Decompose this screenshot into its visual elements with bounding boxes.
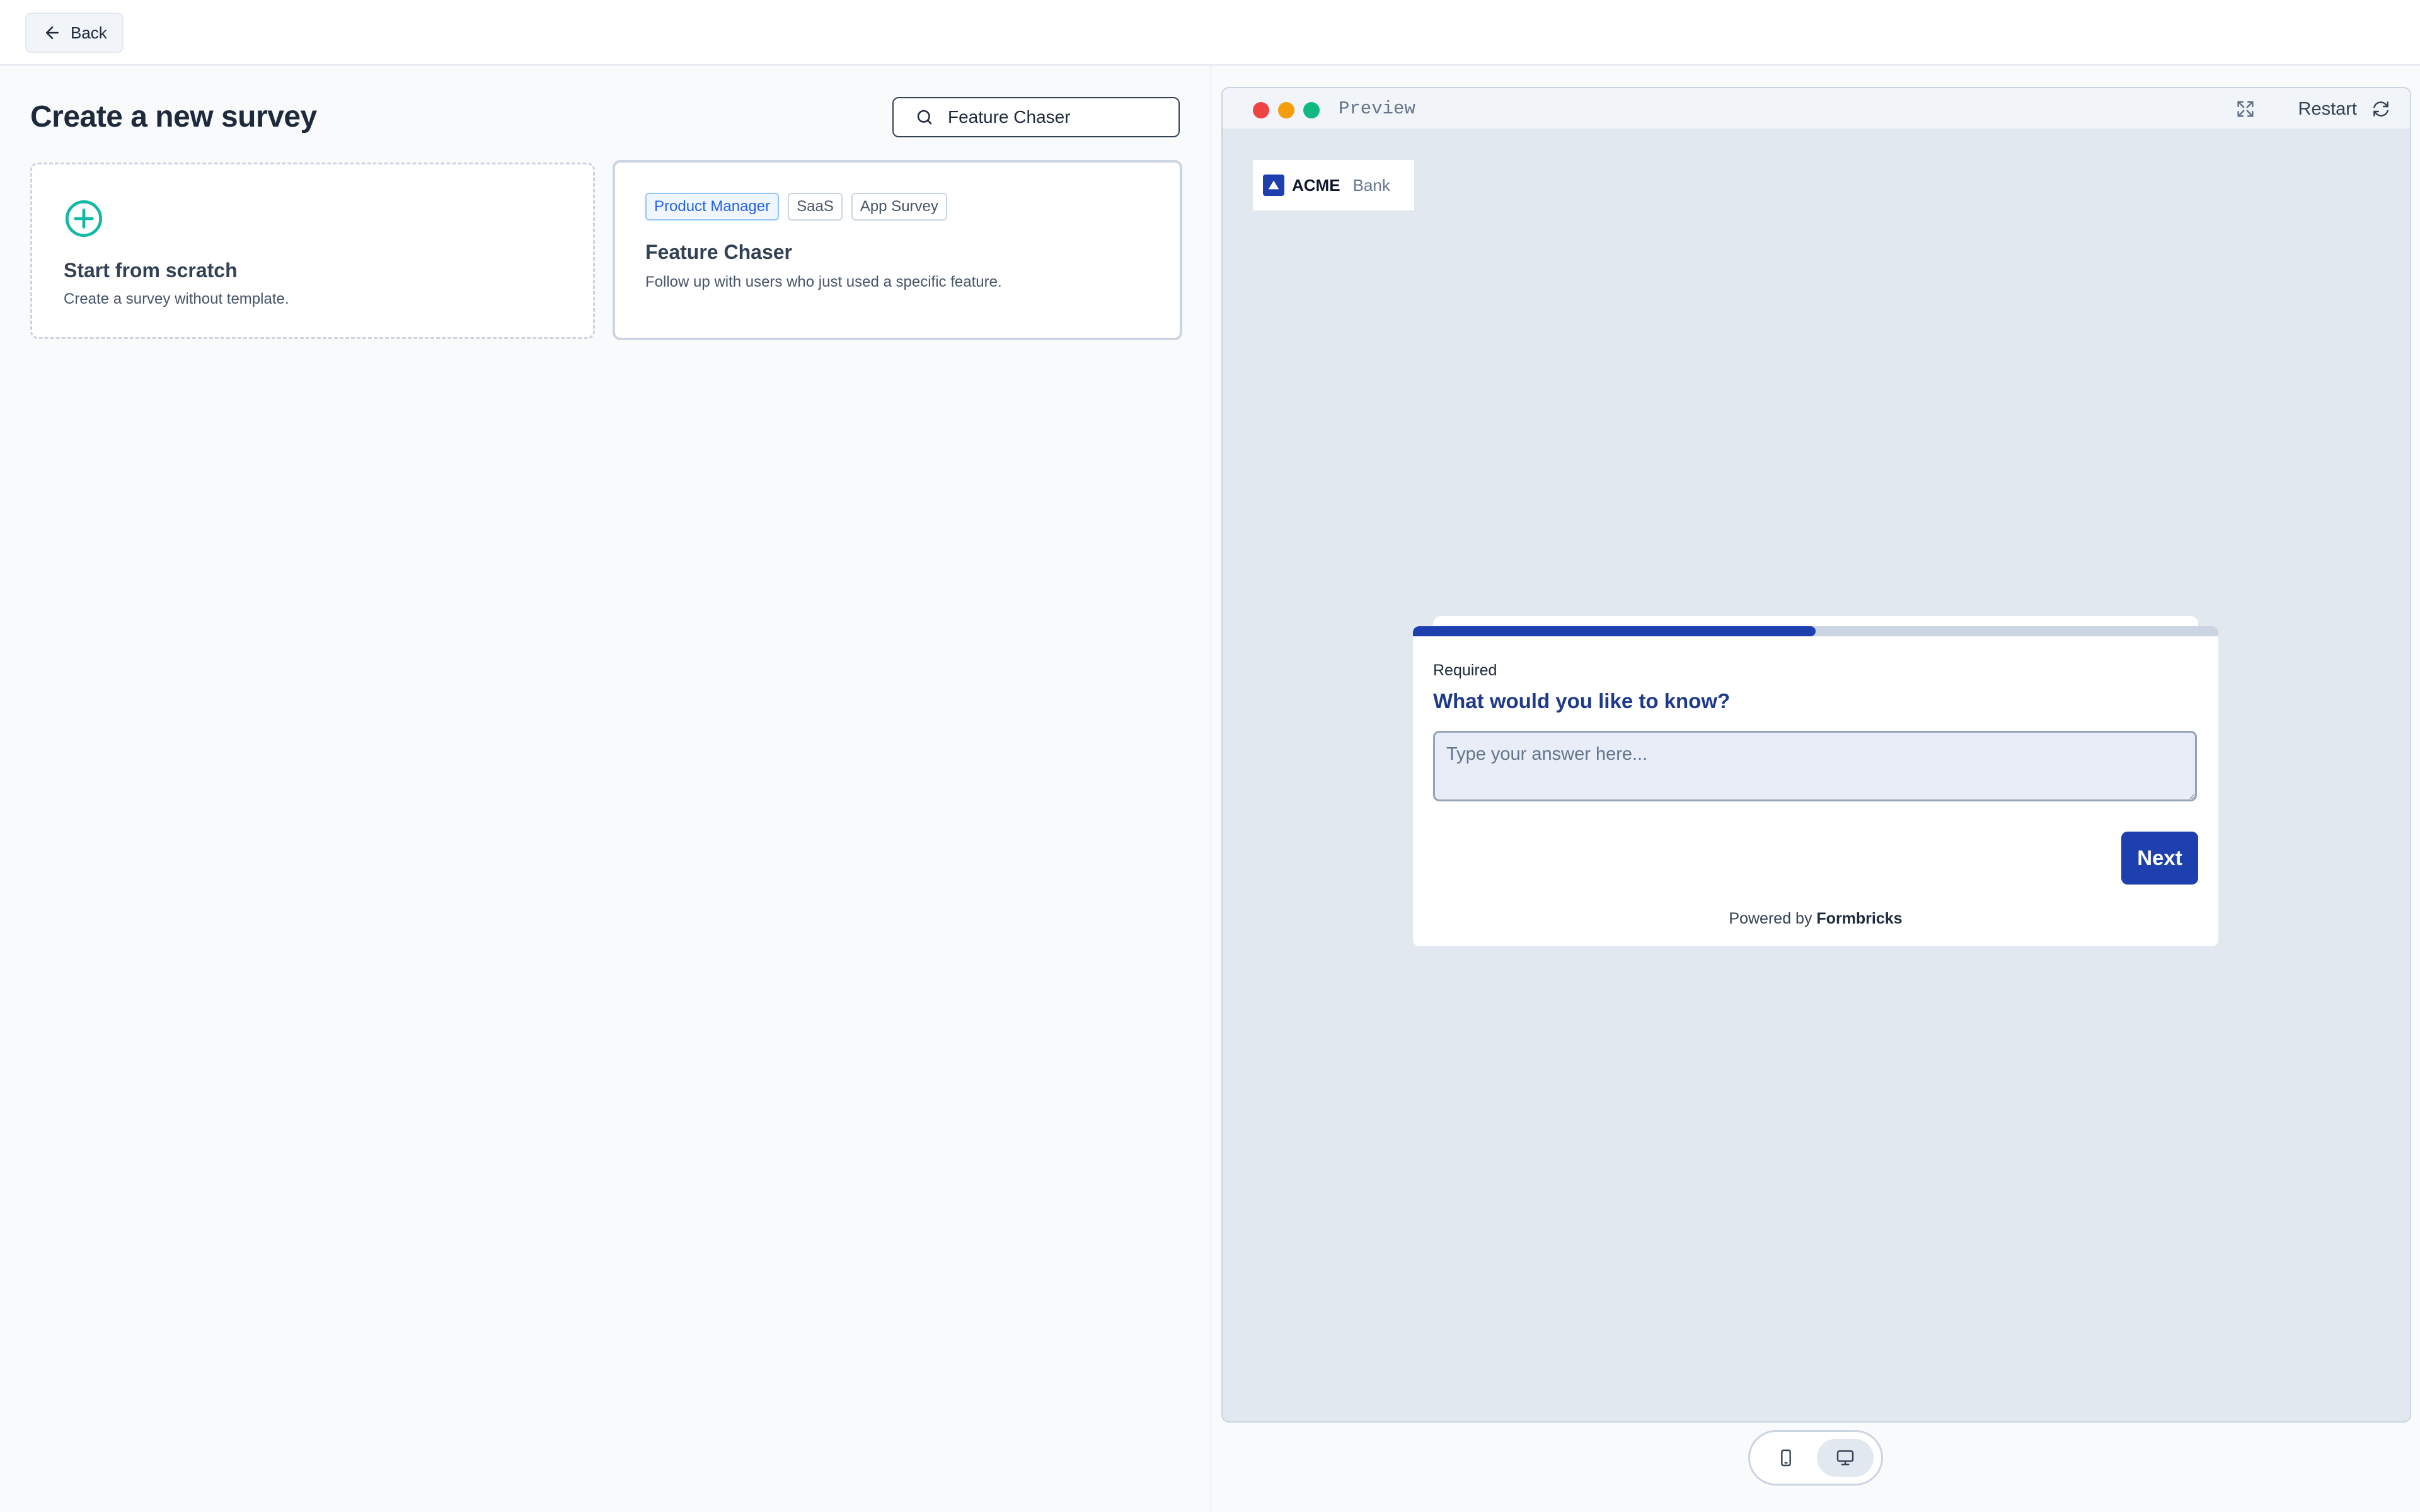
start-from-scratch-card[interactable]: Start from scratch Create a survey witho…	[30, 163, 595, 339]
template-tags: Product Manager SaaS App Survey	[645, 193, 947, 220]
acme-logo-icon	[1263, 175, 1284, 196]
restart-button[interactable]: Restart	[2298, 94, 2391, 123]
scratch-card-description: Create a survey without template.	[64, 290, 289, 307]
refresh-icon	[2373, 101, 2388, 117]
progress-fill	[1413, 626, 1816, 636]
mobile-icon	[1781, 1449, 1791, 1467]
window-minimize-dot	[1278, 102, 1294, 118]
window-maximize-dot	[1303, 102, 1320, 118]
feature-chaser-template-card[interactable]: Product Manager SaaS App Survey Feature …	[613, 160, 1182, 340]
desktop-view-button[interactable]	[1817, 1439, 1874, 1477]
preview-panel: Preview Restart ACME Bank Required What …	[1210, 66, 2420, 1512]
back-button[interactable]: Back	[25, 13, 124, 53]
survey-question-card: Required What would you like to know? Ne…	[1413, 626, 2218, 946]
next-button[interactable]: Next	[2121, 832, 2198, 885]
brand-logo: ACME Bank	[1253, 160, 1414, 210]
template-panel: Create a new survey Start from scratch C…	[0, 66, 1210, 1512]
powered-by-brand[interactable]: Formbricks	[1816, 910, 1902, 927]
powered-by: Powered by Formbricks	[1413, 910, 2218, 928]
template-card-title: Feature Chaser	[645, 241, 792, 263]
plus-circle-icon	[65, 200, 103, 238]
required-label: Required	[1433, 662, 1497, 679]
tag-product-manager: Product Manager	[645, 193, 780, 220]
logo-name: ACME	[1292, 175, 1340, 195]
back-button-label: Back	[71, 23, 107, 42]
powered-by-prefix: Powered by	[1729, 910, 1812, 927]
mobile-view-button[interactable]	[1758, 1439, 1814, 1477]
progress-bar	[1413, 626, 2218, 636]
page-title: Create a new survey	[30, 100, 317, 134]
preview-window: Preview Restart ACME Bank Required What …	[1221, 87, 2411, 1423]
survey-card: Required What would you like to know? Ne…	[1413, 616, 2218, 946]
device-toggle	[1748, 1430, 1883, 1486]
restart-label: Restart	[2298, 98, 2357, 119]
answer-textarea[interactable]	[1433, 731, 2197, 801]
scratch-card-title: Start from scratch	[64, 259, 238, 282]
arrow-left-icon	[46, 26, 59, 39]
search-input[interactable]	[948, 107, 1162, 127]
logo-sub: Bank	[1352, 175, 1390, 195]
template-card-description: Follow up with users who just used a spe…	[645, 273, 1002, 290]
tag-saas: SaaS	[788, 193, 843, 220]
question-text: What would you like to know?	[1433, 689, 1731, 713]
preview-window-bar: Preview Restart	[1223, 88, 2410, 130]
expand-icon[interactable]	[2235, 98, 2256, 120]
preview-label: Preview	[1339, 98, 1415, 119]
tag-app-survey: App Survey	[851, 193, 947, 220]
window-close-dot	[1253, 102, 1269, 118]
search-icon	[917, 110, 932, 125]
top-bar: Back	[0, 0, 2420, 66]
desktop-icon	[1836, 1450, 1854, 1465]
search-box[interactable]	[892, 97, 1180, 137]
